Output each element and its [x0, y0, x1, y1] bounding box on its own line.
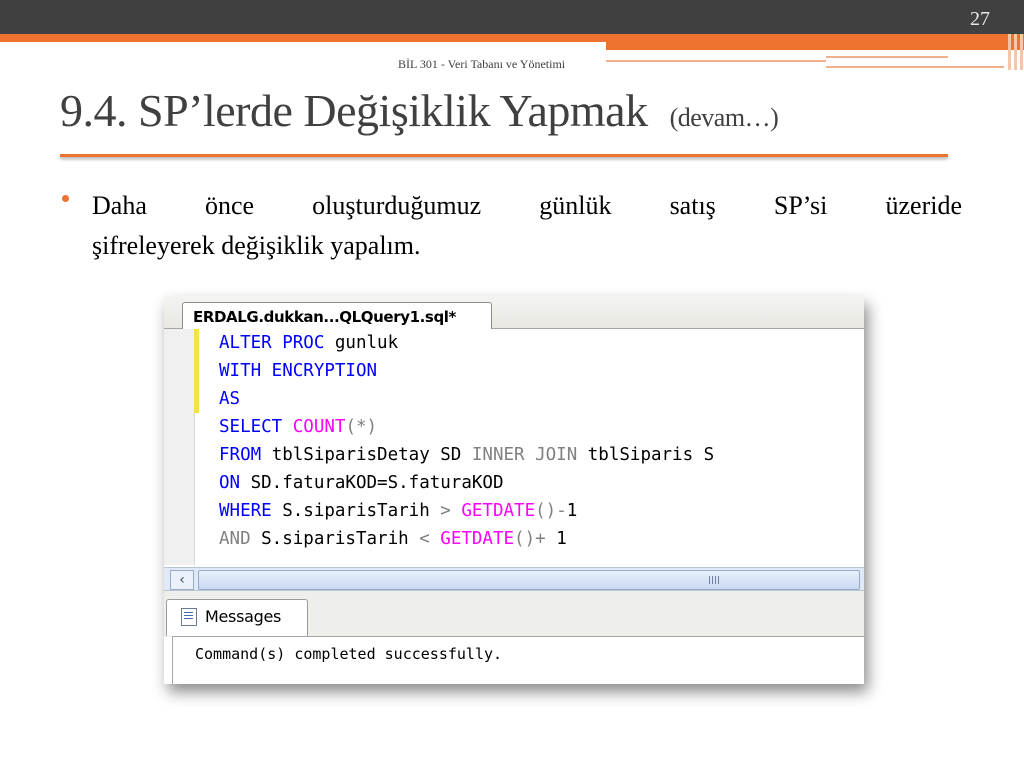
scrollbar-thumb[interactable] — [198, 570, 860, 590]
code-token: FROM — [219, 445, 262, 465]
scroll-left-arrow-icon[interactable]: ‹ — [170, 570, 194, 590]
slide-title-suffix: (devam…) — [669, 103, 779, 132]
bullet-word: satış — [669, 191, 716, 220]
code-token: ()- — [535, 501, 567, 521]
code-line: SELECT COUNT(*) — [219, 413, 714, 441]
code-token: 1 — [566, 501, 578, 521]
messages-icon — [181, 608, 197, 626]
bullet-word: Daha — [92, 191, 147, 220]
code-token: AND — [219, 529, 251, 549]
bullet-line-1: Daha önce oluşturduğumuz günlük satış SP’si üz… — [92, 186, 962, 226]
query-tab-strip: ERDALG.dukkan...QLQuery1.sql* — [164, 296, 864, 329]
code-line: WITH ENCRYPTION — [219, 357, 714, 385]
code-token: ()+ — [514, 529, 546, 549]
bullet-text: Daha önce oluşturduğumuz günlük satış SP’si üz… — [92, 186, 962, 266]
messages-tab-label: Messages — [205, 607, 282, 626]
header-rule — [606, 60, 826, 62]
bullet-word: önce — [204, 191, 255, 220]
code-token: 1 — [545, 529, 567, 549]
code-token: SD.faturaKOD=S.faturaKOD — [240, 473, 504, 493]
slide-title-main: 9.4. SP’lerde Değişiklik Yapmak — [60, 85, 648, 136]
code-line: ALTER PROC gunluk — [219, 329, 714, 357]
code-token: GETDATE — [461, 501, 536, 521]
code-token: INNER JOIN — [471, 445, 578, 465]
messages-pane: Command(s) completed successfully. — [172, 636, 864, 684]
header-rule-2 — [826, 56, 948, 58]
code-line: AS — [219, 385, 714, 413]
header-stripes — [1006, 34, 1024, 70]
code-token: S.siparisTarih — [271, 501, 441, 521]
bullet-line-2: şifreleyerek değişiklik yapalım. — [92, 231, 421, 260]
horizontal-scrollbar[interactable]: ‹ — [164, 567, 864, 591]
change-indicator-bar — [194, 329, 199, 413]
bullet-word: üzeride — [885, 191, 962, 220]
editor-gutter — [164, 329, 195, 565]
scrollbar-grip-icon — [709, 576, 721, 584]
code-token: ALTER PROC — [219, 333, 325, 353]
code-token: S.siparisTarih — [250, 529, 420, 549]
page-number: 27 — [970, 8, 990, 30]
slide-title: 9.4. SP’lerde Değişiklik Yapmak (devam…) — [60, 84, 779, 137]
messages-tab[interactable]: Messages — [166, 599, 308, 636]
code-token: > — [440, 501, 451, 521]
query-tab[interactable]: ERDALG.dukkan...QLQuery1.sql* — [182, 302, 492, 329]
bullet-word: günlük — [539, 191, 612, 220]
slide-top-bar — [0, 0, 1024, 34]
code-line: AND S.siparisTarih < GETDATE()+ 1 — [219, 525, 714, 553]
code-token: (*) — [345, 417, 378, 437]
code-token: gunluk — [324, 333, 399, 353]
code-token: tblSiparisDetay SD — [261, 445, 472, 465]
code-token: < — [419, 529, 430, 549]
query-editor[interactable]: ALTER PROC gunluk WITH ENCRYPTION AS SELECT… — [164, 329, 864, 565]
code-token: WHERE — [219, 501, 272, 521]
code-token: GETDATE — [440, 529, 515, 549]
bullet-dot — [62, 195, 69, 202]
header-rule-3 — [826, 66, 1004, 68]
sql-code: ALTER PROC gunluk WITH ENCRYPTION AS SELECT… — [219, 329, 714, 553]
query-tab-label: ERDALG.dukkan...QLQuery1.sql* — [193, 308, 456, 326]
bullet-word: SP’si — [773, 191, 828, 220]
code-token: COUNT — [292, 417, 346, 437]
code-token: tblSiparis S — [577, 445, 715, 465]
code-line: WHERE S.siparisTarih > GETDATE()-1 — [219, 497, 714, 525]
code-token: AS — [219, 389, 241, 409]
messages-text: Command(s) completed successfully. — [195, 645, 503, 663]
code-line: FROM tblSiparisDetay SD INNER JOIN tblSi… — [219, 441, 714, 469]
header-subtitle: BİL 301 - Veri Tabanı ve Yönetimi — [398, 57, 566, 71]
code-line: ON SD.faturaKOD=S.faturaKOD — [219, 469, 714, 497]
code-token: ON — [219, 473, 241, 493]
ssms-screenshot: ERDALG.dukkan...QLQuery1.sql* ALTER PROC… — [164, 296, 864, 684]
code-token: SELECT — [219, 417, 283, 437]
code-token: WITH ENCRYPTION — [219, 361, 378, 381]
title-underline — [60, 154, 948, 157]
bullet-word: oluşturduğumuz — [312, 191, 482, 220]
